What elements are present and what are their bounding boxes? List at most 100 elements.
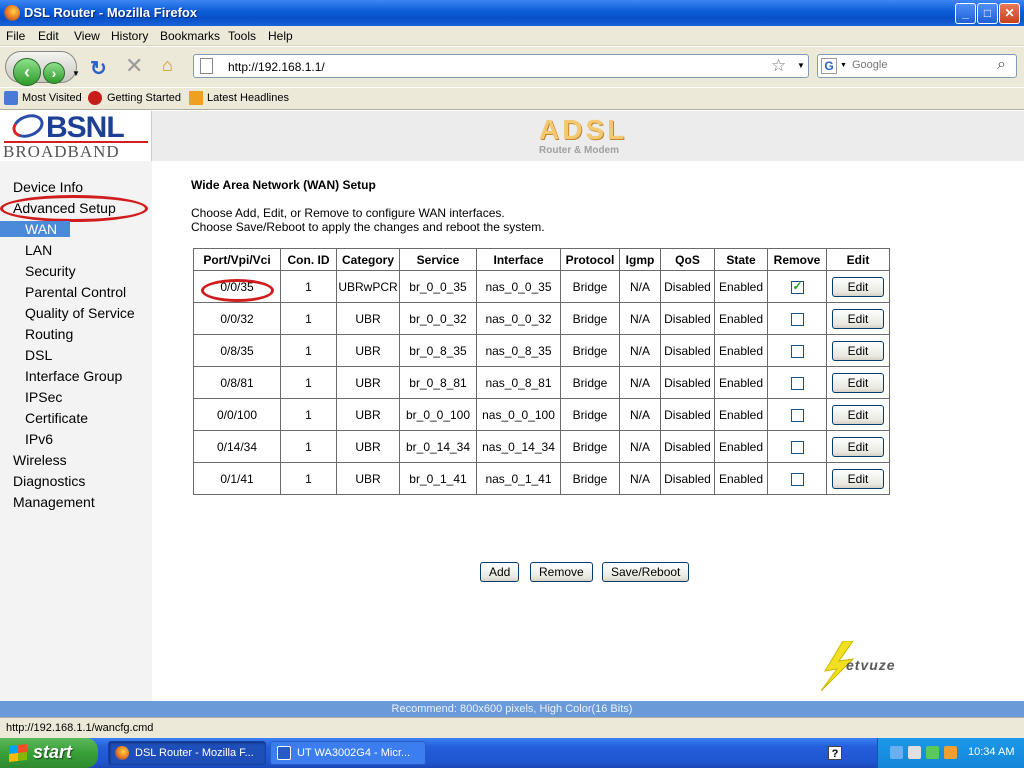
col-state: State [714, 248, 768, 271]
sidebar-item-wan[interactable]: WAN [0, 221, 70, 237]
sidebar-item-device-info[interactable]: Device Info [13, 179, 83, 195]
url-text[interactable]: http://192.168.1.1/ [228, 60, 325, 74]
cell-edit: Edit [826, 462, 890, 495]
back-forward-group: ‹ › ▼ [5, 51, 80, 86]
edit-button[interactable]: Edit [832, 404, 884, 425]
cell-qos: Disabled [660, 430, 715, 463]
url-dropdown-icon[interactable]: ▼ [797, 61, 805, 70]
bookmark-most-visited[interactable]: Most Visited [22, 92, 82, 104]
menu-bar: File Edit View History Bookmarks Tools H… [0, 26, 1024, 46]
edit-button[interactable]: Edit [832, 436, 884, 457]
close-button[interactable]: ✕ [999, 3, 1020, 24]
help-icon[interactable]: ? [828, 746, 842, 760]
sidebar-nav: Device Info Advanced Setup WAN LAN Secur… [0, 161, 152, 701]
remove-checkbox[interactable] [790, 376, 804, 390]
cell-edit: Edit [826, 366, 890, 399]
menu-file[interactable]: File [6, 29, 25, 43]
cell-interface: nas_0_8_35 [476, 334, 561, 367]
save-reboot-button[interactable]: Save/Reboot [602, 562, 690, 582]
cell-igmp: N/A [619, 430, 661, 463]
edit-button[interactable]: Edit [832, 372, 884, 393]
forward-arrow-icon[interactable]: › [43, 62, 65, 84]
cell-igmp: N/A [619, 366, 661, 399]
bookmark-latest-headlines[interactable]: Latest Headlines [207, 92, 289, 104]
cell-category: UBR [336, 462, 400, 495]
sidebar-item-interface-group[interactable]: Interface Group [25, 368, 122, 384]
history-dropdown-icon[interactable]: ▼ [72, 69, 80, 78]
task-word[interactable]: UT WA3002G4 - Micr... [270, 741, 426, 765]
remove-checkbox[interactable] [790, 279, 804, 294]
search-box[interactable]: G ▼ ⌕ [817, 54, 1017, 78]
google-icon[interactable]: G [821, 58, 837, 74]
security-icon[interactable] [926, 746, 939, 759]
sidebar-item-dsl[interactable]: DSL [25, 347, 52, 363]
edit-button[interactable]: Edit [832, 276, 884, 297]
sidebar-item-qos[interactable]: Quality of Service [25, 305, 135, 321]
description-line-1: Choose Add, Edit, or Remove to configure… [191, 206, 505, 220]
remove-checkbox[interactable] [790, 344, 804, 358]
table-row: 0/0/32 1 UBR br_0_0_32 nas_0_0_32 Bridge N/A Di… [193, 302, 890, 335]
remove-checkbox[interactable] [790, 440, 804, 454]
bsnl-logo: BSNL BROADBAND [0, 110, 152, 161]
search-input[interactable] [852, 59, 992, 71]
sidebar-item-wireless[interactable]: Wireless [13, 452, 67, 468]
remove-checkbox[interactable] [790, 408, 804, 422]
sidebar-item-management[interactable]: Management [13, 494, 95, 510]
reload-icon[interactable]: ↻ [90, 56, 107, 81]
bookmark-star-icon[interactable]: ☆ [771, 56, 786, 76]
network-icon[interactable] [890, 746, 903, 759]
edit-button[interactable]: Edit [832, 340, 884, 361]
page-icon [200, 58, 213, 74]
menu-view[interactable]: View [74, 29, 100, 43]
sidebar-item-security[interactable]: Security [25, 263, 76, 279]
cell-service: br_0_8_81 [399, 366, 477, 399]
sidebar-item-ipsec[interactable]: IPSec [25, 389, 62, 405]
menu-tools[interactable]: Tools [228, 29, 256, 43]
menu-bookmarks[interactable]: Bookmarks [160, 29, 220, 43]
sidebar-item-lan[interactable]: LAN [25, 242, 52, 258]
cell-port: 0/0/32 [193, 302, 281, 335]
sidebar-item-certificate[interactable]: Certificate [25, 410, 88, 426]
edit-button[interactable]: Edit [832, 308, 884, 329]
minimize-button[interactable]: _ [955, 3, 976, 24]
page-title: Wide Area Network (WAN) Setup [191, 178, 376, 192]
cell-service: br_0_1_41 [399, 462, 477, 495]
remove-button[interactable]: Remove [530, 562, 593, 582]
bookmarks-toolbar: Most Visited Getting Started Latest Head… [0, 88, 1024, 110]
menu-history[interactable]: History [111, 29, 148, 43]
cell-state: Enabled [714, 334, 768, 367]
sidebar-item-parental-control[interactable]: Parental Control [25, 284, 126, 300]
remove-checkbox[interactable] [790, 312, 804, 326]
volume-icon[interactable] [908, 746, 921, 759]
add-button[interactable]: Add [480, 562, 520, 582]
menu-help[interactable]: Help [268, 29, 293, 43]
cell-interface: nas_0_14_34 [476, 430, 561, 463]
remove-checkbox[interactable] [790, 472, 804, 486]
title-bar: DSL Router - Mozilla Firefox _ □ ✕ [0, 0, 1024, 26]
sidebar-item-diagnostics[interactable]: Diagnostics [13, 473, 85, 489]
task-firefox[interactable]: DSL Router - Mozilla F... [108, 741, 266, 765]
menu-edit[interactable]: Edit [38, 29, 59, 43]
cell-qos: Disabled [660, 302, 715, 335]
cell-state: Enabled [714, 302, 768, 335]
address-bar[interactable]: http://192.168.1.1/ ☆ ▼ [193, 54, 809, 78]
sidebar-item-routing[interactable]: Routing [25, 326, 73, 342]
start-button[interactable]: start [0, 738, 98, 768]
home-icon[interactable]: ⌂ [162, 55, 173, 76]
main-content: Wide Area Network (WAN) Setup Choose Add… [152, 161, 1024, 701]
clock: 10:34 AM [968, 746, 1015, 758]
back-arrow-icon[interactable]: ‹ [13, 58, 41, 86]
edit-button[interactable]: Edit [832, 468, 884, 489]
cell-con-id: 1 [280, 430, 337, 463]
maximize-button[interactable]: □ [977, 3, 998, 24]
cell-con-id: 1 [280, 270, 337, 303]
window-title: DSL Router - Mozilla Firefox [24, 5, 198, 20]
bookmark-getting-started[interactable]: Getting Started [107, 92, 181, 104]
stop-icon[interactable]: ✕ [125, 53, 143, 79]
cell-port: 0/0/100 [193, 398, 281, 431]
search-engine-dropdown-icon[interactable]: ▼ [840, 62, 847, 69]
search-icon[interactable]: ⌕ [997, 56, 1006, 74]
sidebar-item-ipv6[interactable]: IPv6 [25, 431, 53, 447]
cell-service: br_0_0_35 [399, 270, 477, 303]
shield-icon[interactable] [944, 746, 957, 759]
